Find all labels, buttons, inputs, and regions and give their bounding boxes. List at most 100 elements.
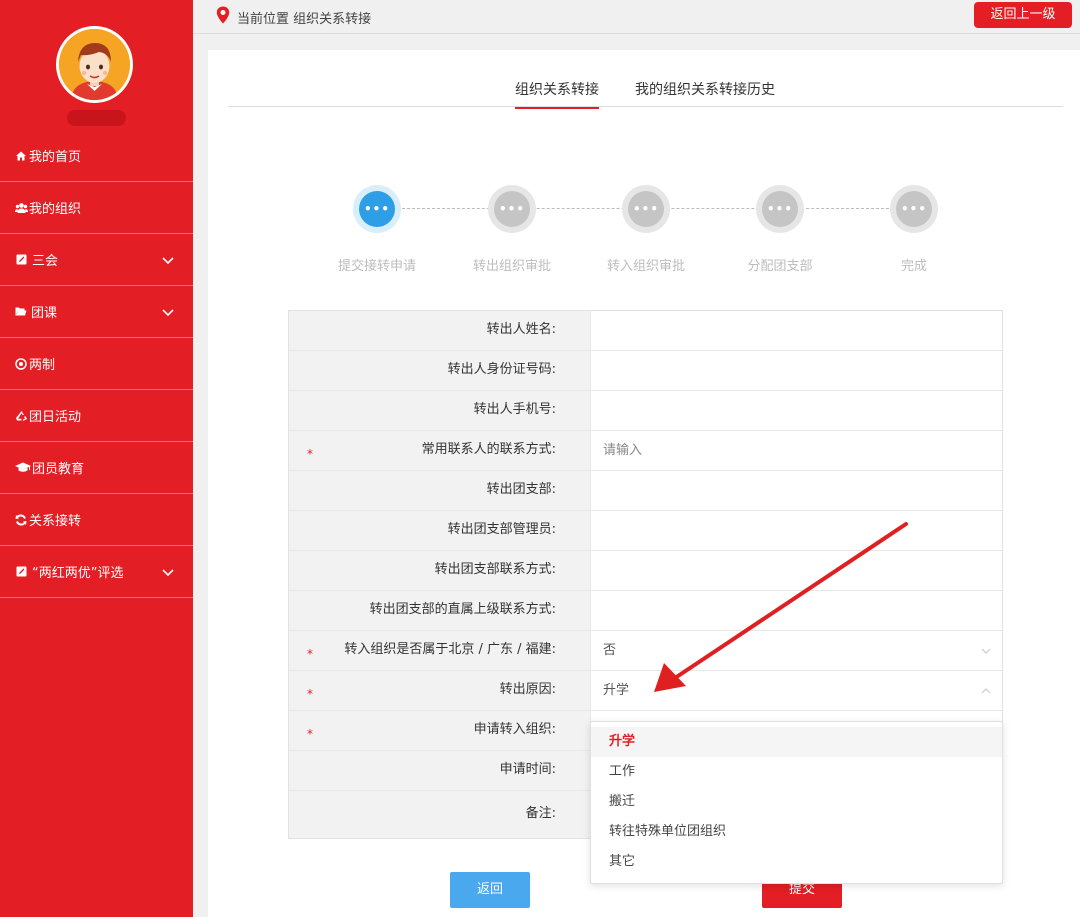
step-dots-icon: ••• — [359, 191, 395, 227]
sidebar-item-my-org[interactable]: 我的组织 — [0, 182, 193, 234]
dropdown-option[interactable]: 升学 — [591, 727, 1002, 757]
transferor-phone-value — [590, 391, 1002, 430]
tab-transfer[interactable]: 组织关系转接 — [515, 79, 599, 109]
users-icon — [14, 201, 28, 215]
sidebar-item-label: 团日活动 — [29, 410, 82, 425]
sidebar-item-tuanri[interactable]: 团日活动 — [0, 390, 193, 442]
step-dots-icon: ••• — [896, 191, 932, 227]
step-dots-icon: ••• — [494, 191, 530, 227]
recycle-icon — [14, 409, 28, 423]
home-icon — [14, 149, 28, 163]
form-row: 转出团支部联系方式: — [289, 551, 1002, 591]
sidebar-item-label: 团课 — [31, 306, 58, 321]
sidebar-item-label: “两红两优”评选 — [32, 566, 124, 581]
chevron-down-icon — [162, 309, 174, 317]
form-row: 转出团支部的直属上级联系方式: — [289, 591, 1002, 631]
required-mark: * — [307, 447, 313, 461]
step-in-approval: ••• 转入组织审批 — [571, 185, 721, 274]
sidebar-item-pingxuan[interactable]: “两红两优”评选 — [0, 546, 193, 598]
out-branch-admin-value — [590, 511, 1002, 550]
back-to-parent-button[interactable]: 返回上一级 — [974, 2, 1072, 28]
region-select-value: 否 — [603, 643, 617, 658]
form-row: * 转出原因: 升学 — [289, 671, 1002, 711]
dropdown-option[interactable]: 搬迁 — [591, 787, 1002, 817]
sidebar-item-jiaoyu[interactable]: 团员教育 — [0, 442, 193, 494]
step-label: 分配团支部 — [747, 259, 813, 274]
required-mark: * — [307, 727, 313, 741]
refresh-icon — [14, 513, 28, 527]
dropdown-option[interactable]: 其它 — [591, 847, 1002, 877]
form-row: * 转入组织是否属于北京 / 广东 / 福建: 否 — [289, 631, 1002, 671]
field-label: 转出团支部联系方式: — [289, 551, 590, 590]
step-label: 转出组织审批 — [472, 259, 551, 274]
field-label: 申请时间: — [289, 751, 590, 790]
top-bar: 当前位置 组织关系转接 返回上一级 — [193, 0, 1080, 34]
reason-select-value: 升学 — [603, 683, 630, 698]
edit-icon — [14, 253, 28, 267]
required-mark: * — [307, 687, 313, 701]
field-label: 转出团支部管理员: — [289, 511, 590, 550]
step-dots-icon: ••• — [762, 191, 798, 227]
chevron-down-icon — [981, 648, 991, 654]
target-icon — [14, 357, 28, 371]
form-row: 转出人手机号: — [289, 391, 1002, 431]
avatar[interactable] — [56, 26, 133, 103]
form-row: 转出人姓名: — [289, 311, 1002, 351]
folder-open-icon — [14, 305, 28, 319]
superior-contact-value — [590, 591, 1002, 630]
transferor-name-value — [590, 311, 1002, 350]
field-label: 申请转入组织: — [473, 722, 556, 737]
location-pin-icon — [216, 6, 230, 24]
sidebar-item-label: 团员教育 — [32, 462, 85, 477]
transferor-id-value — [590, 351, 1002, 390]
edit-icon — [14, 565, 28, 579]
dropdown-option[interactable]: 工作 — [591, 757, 1002, 787]
sidebar-item-label: 我的首页 — [29, 150, 82, 165]
step-submit: ••• 提交接转申请 — [302, 185, 452, 274]
sidebar-item-guanxi[interactable]: 关系接转 — [0, 494, 193, 546]
step-complete: ••• 完成 — [839, 185, 989, 274]
sidebar-item-tuanke[interactable]: 团课 — [0, 286, 193, 338]
step-label: 提交接转申请 — [337, 259, 416, 274]
field-label: 转出人身份证号码: — [289, 351, 590, 390]
chevron-down-icon — [162, 569, 174, 577]
sidebar-item-label: 我的组织 — [29, 202, 82, 217]
user-avatar-icon — [59, 29, 130, 100]
step-label: 完成 — [900, 259, 927, 274]
sidebar-item-label: 关系接转 — [29, 514, 82, 529]
field-label: 转出团支部: — [289, 471, 590, 510]
graduation-cap-icon — [14, 461, 31, 475]
reason-dropdown-menu: 升学 工作 搬迁 转往特殊单位团组织 其它 — [590, 721, 1003, 884]
form-row: 转出团支部管理员: — [289, 511, 1002, 551]
reason-select[interactable]: 升学 — [590, 671, 1002, 710]
sidebar-item-sanhui[interactable]: 三会 — [0, 234, 193, 286]
breadcrumb: 当前位置 组织关系转接 — [237, 12, 372, 27]
field-label: 转出原因: — [499, 682, 556, 697]
sidebar-item-label: 两制 — [29, 358, 56, 373]
region-select[interactable]: 否 — [590, 631, 1002, 670]
form-row: 转出团支部: — [289, 471, 1002, 511]
form-row: * 常用联系人的联系方式: 请输入 — [289, 431, 1002, 471]
step-out-approval: ••• 转出组织审批 — [437, 185, 587, 274]
field-label: 转入组织是否属于北京 / 广东 / 福建: — [344, 642, 556, 657]
out-branch-contact-value — [590, 551, 1002, 590]
form-row: 转出人身份证号码: — [289, 351, 1002, 391]
sidebar-item-liangzhi[interactable]: 两制 — [0, 338, 193, 390]
tab-bar: 组织关系转接 我的组织关系转接历史 — [228, 50, 1063, 109]
field-label: 常用联系人的联系方式: — [421, 442, 556, 457]
step-assign-branch: ••• 分配团支部 — [705, 185, 855, 274]
sidebar-menu: 我的首页 我的组织 三会 团课 两制 团日活动 团员教育 关系接转 “两红两优”… — [0, 130, 193, 598]
dropdown-option[interactable]: 转往特殊单位团组织 — [591, 817, 1002, 847]
contact-method-input[interactable]: 请输入 — [590, 431, 1002, 470]
back-button[interactable]: 返回 — [450, 872, 530, 908]
out-branch-value — [590, 471, 1002, 510]
sidebar: 我的首页 我的组织 三会 团课 两制 团日活动 团员教育 关系接转 “两红两优”… — [0, 0, 193, 917]
field-label: 转出团支部的直属上级联系方式: — [289, 591, 590, 630]
sidebar-item-label: 三会 — [32, 254, 59, 269]
tab-transfer-history[interactable]: 我的组织关系转接历史 — [635, 79, 775, 107]
sidebar-item-home[interactable]: 我的首页 — [0, 130, 193, 182]
step-dots-icon: ••• — [628, 191, 664, 227]
field-label: 转出人姓名: — [289, 311, 590, 350]
field-label: 备注: — [289, 791, 590, 838]
progress-steps: ••• 提交接转申请 ••• 转出组织审批 ••• 转入组织审批 ••• 分配团… — [328, 180, 938, 280]
